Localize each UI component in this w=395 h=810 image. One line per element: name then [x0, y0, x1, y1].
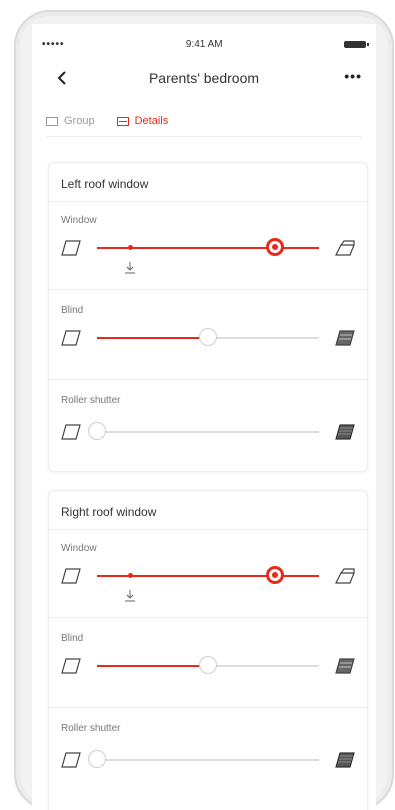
card-title: Right roof window [61, 505, 157, 519]
divider [49, 289, 367, 290]
slider-thumb[interactable] [88, 750, 106, 768]
control-label: Blind [61, 305, 84, 316]
tab-details-label: Details [134, 115, 169, 127]
window-closed-icon[interactable] [61, 657, 81, 675]
blind-closed-icon[interactable] [335, 657, 355, 675]
nav-bar: Parents' bedroom ••• [32, 60, 376, 96]
ventilation-position-icon [125, 262, 136, 274]
slider-thumb[interactable] [88, 422, 106, 440]
ventilation-position-icon [125, 590, 136, 602]
window-slider-row [61, 563, 355, 602]
divider [49, 379, 367, 380]
battery-icon [344, 40, 369, 48]
status-bar: ••••• 9:41 AM [32, 24, 376, 64]
slider-thumb[interactable] [265, 566, 284, 584]
slider-fill [97, 665, 208, 667]
slider-track[interactable] [97, 238, 319, 274]
control-label: Roller shutter [61, 723, 121, 734]
view-tabs: Group Details [46, 106, 362, 137]
left-roof-window-card: Left roof window Window Blind Roller shu… [48, 162, 368, 472]
window-closed-icon[interactable] [61, 329, 81, 347]
divider [49, 201, 367, 202]
slider-fill [97, 337, 208, 339]
blind-closed-icon[interactable] [335, 329, 355, 347]
group-icon [46, 116, 58, 126]
divider [49, 707, 367, 708]
app-screen: ••••• 9:41 AM Parents' bedroom ••• Group… [32, 24, 376, 810]
ventilation-marker [128, 245, 134, 250]
slider-track[interactable] [97, 566, 319, 602]
tab-details[interactable]: Details [116, 115, 169, 127]
roller-shutter-slider-row [61, 747, 355, 773]
shutter-closed-icon[interactable] [335, 751, 355, 769]
divider [49, 617, 367, 618]
back-button[interactable] [52, 68, 72, 88]
window-closed-icon[interactable] [61, 751, 81, 769]
shutter-closed-icon[interactable] [335, 423, 355, 441]
ventilation-marker [128, 573, 134, 578]
status-time: 9:41 AM [185, 38, 223, 50]
more-options-icon[interactable]: ••• [344, 68, 362, 84]
slider-thumb[interactable] [265, 238, 284, 256]
window-closed-icon[interactable] [61, 423, 81, 441]
page-title: Parents' bedroom [148, 70, 260, 86]
roller-shutter-slider-row [61, 419, 355, 445]
right-roof-window-card: Right roof window Window Blind Roller sh… [48, 490, 368, 810]
slider-track[interactable] [88, 750, 319, 768]
tab-group-label: Group [64, 115, 95, 127]
window-open-icon[interactable] [335, 567, 355, 585]
control-label: Window [61, 215, 97, 226]
window-open-icon[interactable] [335, 239, 355, 257]
control-label: Roller shutter [61, 395, 121, 406]
slider-track[interactable] [88, 422, 319, 440]
slider-track[interactable] [97, 656, 319, 674]
control-label: Blind [61, 633, 84, 644]
details-icon [116, 116, 129, 126]
window-slider-row [61, 235, 355, 274]
card-title: Left roof window [61, 177, 149, 191]
slider-thumb[interactable] [199, 656, 217, 674]
slider-track[interactable] [97, 328, 319, 346]
blind-slider-row [61, 325, 355, 351]
divider [49, 529, 367, 530]
blind-slider-row [61, 653, 355, 679]
signal-icon: ••••• [42, 38, 65, 50]
slider-thumb[interactable] [199, 328, 217, 346]
window-closed-icon[interactable] [61, 567, 81, 585]
window-closed-icon[interactable] [61, 239, 81, 257]
tab-group[interactable]: Group [46, 115, 95, 127]
control-label: Window [61, 543, 97, 554]
